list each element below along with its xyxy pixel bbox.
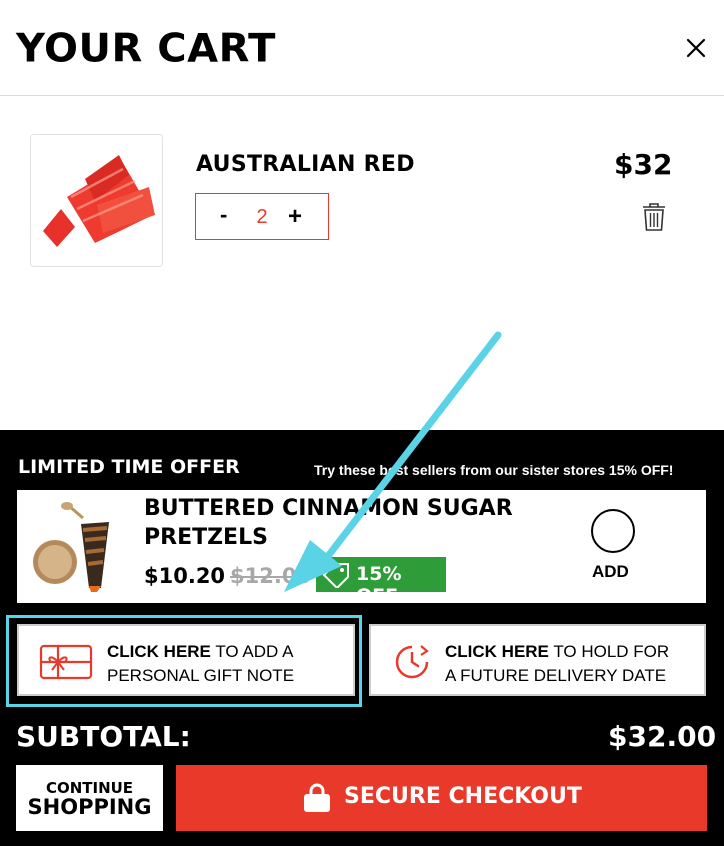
add-upsell-button[interactable] — [591, 509, 635, 553]
increase-quantity-button[interactable]: + — [288, 203, 302, 231]
upsell-card: BUTTERED CINNAMON SUGAR PRETZELS $10.20 … — [17, 490, 706, 607]
tag-icon — [322, 563, 349, 588]
gift-note-rest: TO ADD A — [210, 642, 294, 661]
offer-subtitle: Try these best sellers from our sister s… — [314, 462, 674, 478]
upsell-price: $10.20 — [144, 564, 226, 588]
gift-note-text: CLICK HERE TO ADD A PERSONAL GIFT NOTE — [107, 640, 294, 688]
add-upsell-label[interactable]: ADD — [592, 562, 629, 582]
upsell-name-line1: BUTTERED CINNAMON SUGAR — [144, 496, 513, 521]
gift-icon — [39, 644, 93, 680]
product-image — [30, 134, 163, 267]
hold-delivery-text: CLICK HERE TO HOLD FOR A FUTURE DELIVERY… — [445, 640, 669, 688]
cart-header: YOUR CART — [0, 0, 724, 96]
gift-note-bold: CLICK HERE — [107, 642, 211, 661]
licorice-image — [43, 155, 155, 247]
trash-icon[interactable] — [641, 202, 667, 232]
subtotal-value: $32.00 — [608, 720, 717, 753]
discount-badge: 15% OFF — [316, 557, 446, 607]
product-price: $32 — [614, 148, 673, 181]
continue-shopping-button[interactable]: CONTINUE SHOPPING — [16, 765, 163, 831]
subtotal-label: SUBTOTAL: — [16, 720, 191, 753]
checkout-label: SECURE CHECKOUT — [344, 784, 582, 809]
upsell-product-name[interactable]: BUTTERED CINNAMON SUGAR PRETZELS — [144, 494, 544, 552]
add-gift-note-button[interactable]: CLICK HERE TO ADD A PERSONAL GIFT NOTE — [17, 624, 355, 696]
decrease-quantity-button[interactable]: - — [220, 202, 227, 228]
hold-delivery-line1: CLICK HERE TO HOLD FOR — [445, 640, 669, 664]
hold-delivery-button[interactable]: CLICK HERE TO HOLD FOR A FUTURE DELIVERY… — [369, 624, 706, 696]
lock-icon — [304, 783, 330, 812]
hold-delivery-bold: CLICK HERE — [445, 642, 549, 661]
quantity-value: 2 — [256, 206, 268, 228]
continue-line2: SHOPPING — [27, 795, 152, 819]
offer-title: LIMITED TIME OFFER — [18, 456, 240, 478]
hold-delivery-line2: A FUTURE DELIVERY DATE — [445, 666, 667, 685]
hold-delivery-rest: TO HOLD FOR — [548, 642, 670, 661]
product-name[interactable]: AUSTRALIAN RED — [196, 152, 415, 177]
close-icon[interactable] — [680, 32, 712, 64]
clock-icon — [395, 645, 429, 679]
secure-checkout-button[interactable]: SECURE CHECKOUT — [176, 765, 707, 831]
gift-note-line2: PERSONAL GIFT NOTE — [107, 666, 295, 685]
pretzels-image — [31, 500, 125, 593]
quantity-stepper: - 2 + — [195, 193, 329, 240]
upsell-old-price: $12.00 — [230, 564, 312, 588]
upsell-name-line2: PRETZELS — [144, 525, 268, 550]
page-title: YOUR CART — [16, 26, 276, 72]
gift-note-line1: CLICK HERE TO ADD A — [107, 640, 294, 664]
checkout-panel: LIMITED TIME OFFER Try these best seller… — [0, 430, 724, 846]
discount-label: 15% OFF — [356, 563, 402, 607]
